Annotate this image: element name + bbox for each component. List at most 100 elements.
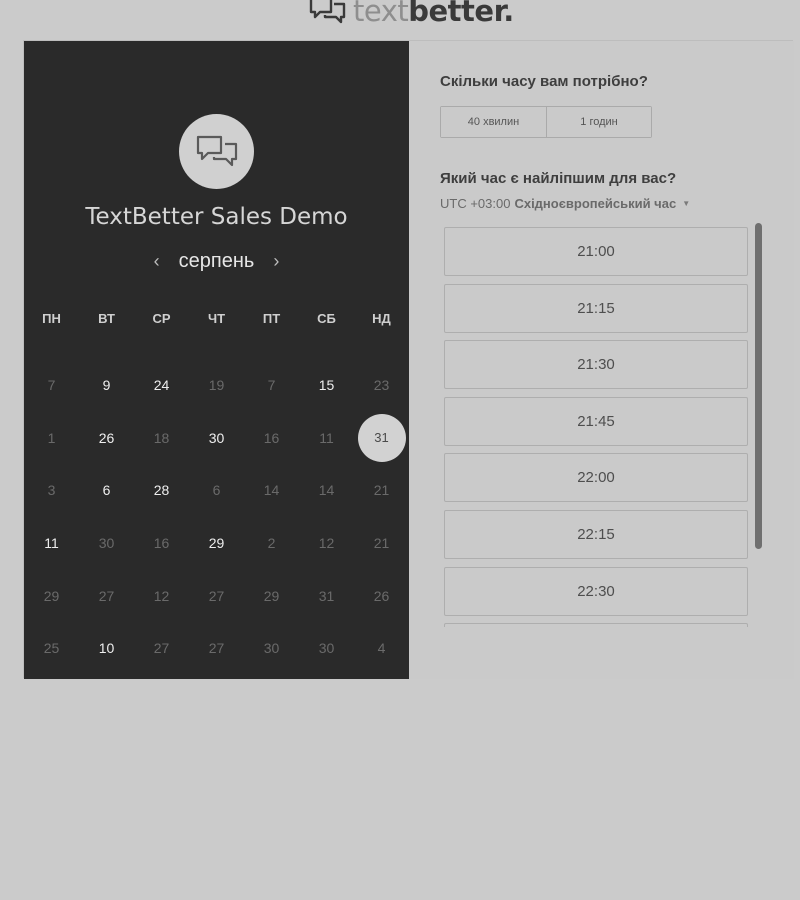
calendar-day: 30 (79, 517, 134, 570)
time-slot-button[interactable]: 21:00 (444, 227, 748, 276)
calendar-day-number: 16 (263, 429, 280, 446)
event-title: TextBetter Sales Demo (85, 204, 348, 230)
calendar-day-number: 1 (47, 429, 56, 446)
timezone-name: Східноєвропейський час (514, 196, 677, 211)
calendar-week-row: 29 27 12 27 29 31 26 (24, 569, 409, 622)
time-slot-button[interactable]: 21:15 (444, 283, 748, 333)
calendar-day-number: 30 (208, 429, 225, 446)
calendar-week-row: 25 10 27 27 30 30 4 (24, 622, 409, 675)
calendar-day: 16 (244, 412, 299, 465)
calendar-day: 21 (354, 464, 409, 517)
caret-down-icon: ▼ (682, 199, 691, 208)
calendar-day: 29 (244, 569, 299, 622)
calendar-day[interactable]: 11 (24, 517, 79, 570)
weekday-label: СР (152, 311, 171, 326)
calendar-day: 12 (299, 517, 354, 570)
time-slot-button[interactable]: 22:30 (444, 566, 748, 616)
calendar-day: 2 (244, 517, 299, 570)
calendar-day: 1 (24, 412, 79, 465)
calendar-day-number: 21 (373, 535, 390, 552)
calendar-week-row: 1 26 18 30 16 11 31 (24, 412, 409, 465)
calendar-day-number: 18 (153, 429, 170, 446)
calendar-day: 7 (244, 359, 299, 412)
calendar-day-number: 6 (102, 482, 111, 499)
calendar-day: 27 (134, 622, 189, 675)
calendar-day-number: 26 (373, 587, 390, 604)
time-slot-button[interactable]: 22:15 (444, 509, 748, 559)
calendar-day[interactable]: 29 (189, 517, 244, 570)
calendar-day-selected[interactable]: 31 (354, 412, 409, 465)
calendar-day-number: 10 (98, 640, 115, 657)
calendar-day: 16 (134, 517, 189, 570)
next-month-button[interactable]: › (266, 251, 286, 272)
calendar-day: 27 (189, 569, 244, 622)
duration-option-1h[interactable]: 1 годин (546, 107, 651, 137)
duration-question: Скільки часу вам потрібно? (440, 73, 648, 90)
calendar-day-number: 29 (263, 587, 280, 604)
timezone-offset: UTC +03:00 (440, 196, 511, 211)
prev-month-button[interactable]: ‹ (147, 251, 167, 272)
calendar-day: 4 (354, 622, 409, 675)
time-slot-button[interactable]: 22:00 (444, 453, 748, 503)
booking-panel: Скільки часу вам потрібно? 40 хвилин 1 г… (409, 41, 794, 679)
calendar-day: 11 (299, 412, 354, 465)
calendar-day[interactable]: 15 (299, 359, 354, 412)
calendar-day-number: 28 (153, 482, 170, 499)
calendar-day-number: 12 (153, 587, 170, 604)
calendar-day[interactable]: 28 (134, 464, 189, 517)
calendar-day: 14 (299, 464, 354, 517)
calendar-day-number: 6 (212, 482, 221, 499)
calendar-day-number: 27 (208, 587, 225, 604)
calendar-day-number: 30 (318, 640, 335, 657)
calendar-day-number: 25 (43, 640, 60, 657)
calendar-day-number: 7 (267, 377, 276, 394)
timezone-selector[interactable]: UTC +03:00 Східноєвропейський час ▼ (440, 196, 690, 211)
calendar-day-number: 12 (318, 535, 335, 552)
calendar-day: 26 (354, 569, 409, 622)
calendar-day-number: 30 (263, 640, 280, 657)
calendar-day[interactable]: 24 (134, 359, 189, 412)
weekday-label: ЧТ (207, 311, 226, 326)
calendar-day[interactable]: 9 (79, 359, 134, 412)
weekday-label: ВТ (98, 311, 115, 326)
calendar-day-number: 30 (98, 535, 115, 552)
calendar-day: 30 (244, 622, 299, 675)
calendar-day[interactable]: 10 (79, 622, 134, 675)
calendar-day-number: 26 (98, 429, 115, 446)
current-month: серпень (178, 250, 255, 272)
calendar-day: 3 (24, 464, 79, 517)
calendar-day: 7 (24, 359, 79, 412)
time-slot-button[interactable] (444, 623, 748, 627)
duration-option-40min[interactable]: 40 хвилин (441, 107, 546, 137)
time-slot-scrollbar[interactable] (755, 223, 762, 549)
calendar-day[interactable]: 26 (79, 412, 134, 465)
calendar-panel: TextBetter Sales Demo ‹ серпень › ПН ВТ … (24, 41, 409, 679)
time-slot-button[interactable]: 21:45 (444, 396, 748, 446)
calendar-day: 14 (244, 464, 299, 517)
calendar-day-number: 15 (318, 377, 335, 394)
calendar-day-number: 4 (377, 640, 386, 657)
calendar-day-number: 29 (208, 535, 225, 552)
calendar-day-number: 31 (318, 587, 335, 604)
calendar-day[interactable]: 30 (189, 412, 244, 465)
calendar-day: 18 (134, 412, 189, 465)
time-question: Який час є найліпшим для вас? (440, 170, 677, 187)
calendar-day-number: 9 (102, 377, 111, 394)
calendar-day-number: 27 (98, 587, 115, 604)
textbetter-logo: textbetter. (309, 0, 514, 26)
calendar-day-number: 29 (43, 587, 60, 604)
calendar-grid: 7 9 24 19 7 15 23 1 26 18 30 16 11 31 3 6 28 6 14 14 21 11 30 1… (24, 359, 409, 675)
calendar-day: 21 (354, 517, 409, 570)
time-slot-list[interactable]: 21:00 21:15 21:30 21:45 22:00 22:15 22:30 (444, 227, 749, 627)
calendar-day: 29 (24, 569, 79, 622)
time-slot-button[interactable]: 21:30 (444, 340, 748, 390)
calendar-day-number: 27 (153, 640, 170, 657)
weekday-label: СБ (317, 311, 336, 326)
calendar-day[interactable]: 6 (79, 464, 134, 517)
calendar-day-number: 24 (153, 377, 170, 394)
calendar-day: 27 (79, 569, 134, 622)
calendar-week-row: 7 9 24 19 7 15 23 (24, 359, 409, 412)
calendar-day-number: 31 (357, 413, 406, 462)
calendar-day: 23 (354, 359, 409, 412)
scheduler-card: TextBetter Sales Demo ‹ серпень › ПН ВТ … (23, 40, 794, 679)
